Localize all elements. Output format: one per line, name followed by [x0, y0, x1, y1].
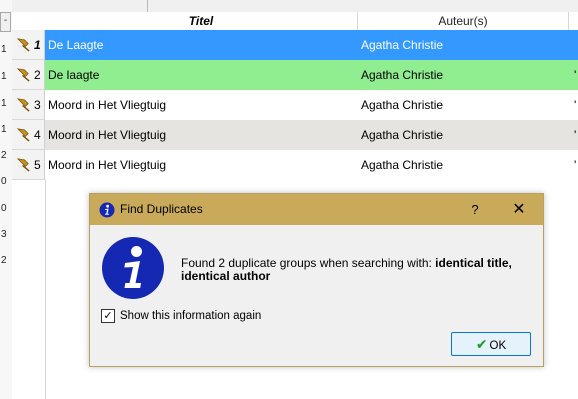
table-row[interactable]: 1 De Laagte Agatha Christie	[12, 30, 578, 60]
left-tick: 0	[1, 203, 7, 214]
pin-icon	[16, 158, 30, 172]
row-number-cell[interactable]: 1	[12, 30, 45, 60]
left-tick: 1	[1, 98, 7, 109]
left-tick: 1	[1, 44, 7, 55]
table-row[interactable]: 5 Moord in Het Vliegtuig Agatha Christie…	[12, 150, 578, 180]
dialog-titlebar[interactable]: Find Duplicates ? ✕	[90, 194, 543, 225]
title-cell: Moord in Het Vliegtuig	[48, 128, 167, 142]
left-tick: 2	[1, 150, 7, 161]
row-number: 2	[34, 68, 41, 82]
close-button[interactable]: ✕	[503, 194, 535, 225]
title-cell: Moord in Het Vliegtuig	[48, 98, 167, 112]
help-button[interactable]: ?	[460, 194, 490, 225]
left-tick: 3	[1, 229, 7, 240]
table-row[interactable]: 2 De laagte Agatha Christie '	[12, 60, 578, 90]
author-cell: Agatha Christie	[361, 98, 444, 112]
title-cell: Moord in Het Vliegtuig	[48, 158, 167, 172]
row-number: 4	[34, 128, 41, 142]
author-cell: Agatha Christie	[361, 68, 444, 82]
table-row[interactable]: 4 Moord in Het Vliegtuig Agatha Christie…	[12, 120, 578, 150]
message-text: Found 2 duplicate groups when searching …	[181, 256, 436, 270]
overflow-cell: '	[574, 68, 577, 82]
pin-icon	[16, 128, 30, 142]
author-cell: Agatha Christie	[361, 158, 444, 172]
find-duplicates-dialog: Find Duplicates ? ✕ Found 2 duplicate gr…	[89, 193, 544, 367]
row-number-cell[interactable]: 2	[12, 60, 45, 90]
left-tick: 1	[1, 71, 7, 82]
ok-button[interactable]: ✔ OK	[451, 332, 531, 356]
overflow-cell: '	[574, 98, 577, 112]
left-tick: 2	[1, 255, 7, 266]
row-number: 5	[34, 158, 41, 172]
collapse-tab[interactable]: -	[0, 12, 11, 32]
title-cell: De laagte	[48, 68, 100, 82]
ok-label: OK	[489, 340, 507, 352]
row-number: 3	[34, 98, 41, 112]
dialog-message: Found 2 duplicate groups when searching …	[181, 257, 521, 283]
splitter-handle[interactable]	[147, 0, 152, 12]
column-header-author[interactable]: Auteur(s)	[358, 12, 569, 30]
author-cell: Agatha Christie	[361, 128, 444, 142]
author-cell: Agatha Christie	[361, 38, 444, 52]
row-number-cell[interactable]: 5	[12, 150, 45, 180]
row-number: 1	[34, 38, 41, 52]
table-header: Titel Auteur(s)	[12, 12, 578, 31]
left-tick: 0	[1, 176, 7, 187]
checkmark-icon: ✔	[475, 336, 488, 352]
pin-icon	[16, 38, 30, 52]
row-number-cell[interactable]: 4	[12, 120, 45, 150]
column-header-title[interactable]: Titel	[45, 12, 358, 30]
overflow-cell: '	[574, 128, 577, 142]
table-row[interactable]: 3 Moord in Het Vliegtuig Agatha Christie…	[12, 90, 578, 120]
pin-icon	[16, 68, 30, 82]
overflow-cell: '	[574, 158, 577, 172]
pin-icon	[16, 98, 30, 112]
left-tick: 1	[1, 124, 7, 135]
title-cell: De Laagte	[48, 38, 104, 52]
show-again-label[interactable]: Show this information again	[120, 309, 261, 323]
show-again-checkbox[interactable]: ✓	[101, 309, 115, 323]
dialog-body: Found 2 duplicate groups when searching …	[90, 225, 543, 366]
info-icon	[102, 237, 164, 299]
dialog-title: Find Duplicates	[120, 202, 203, 216]
row-number-cell[interactable]: 3	[12, 90, 45, 120]
info-icon	[99, 202, 115, 218]
